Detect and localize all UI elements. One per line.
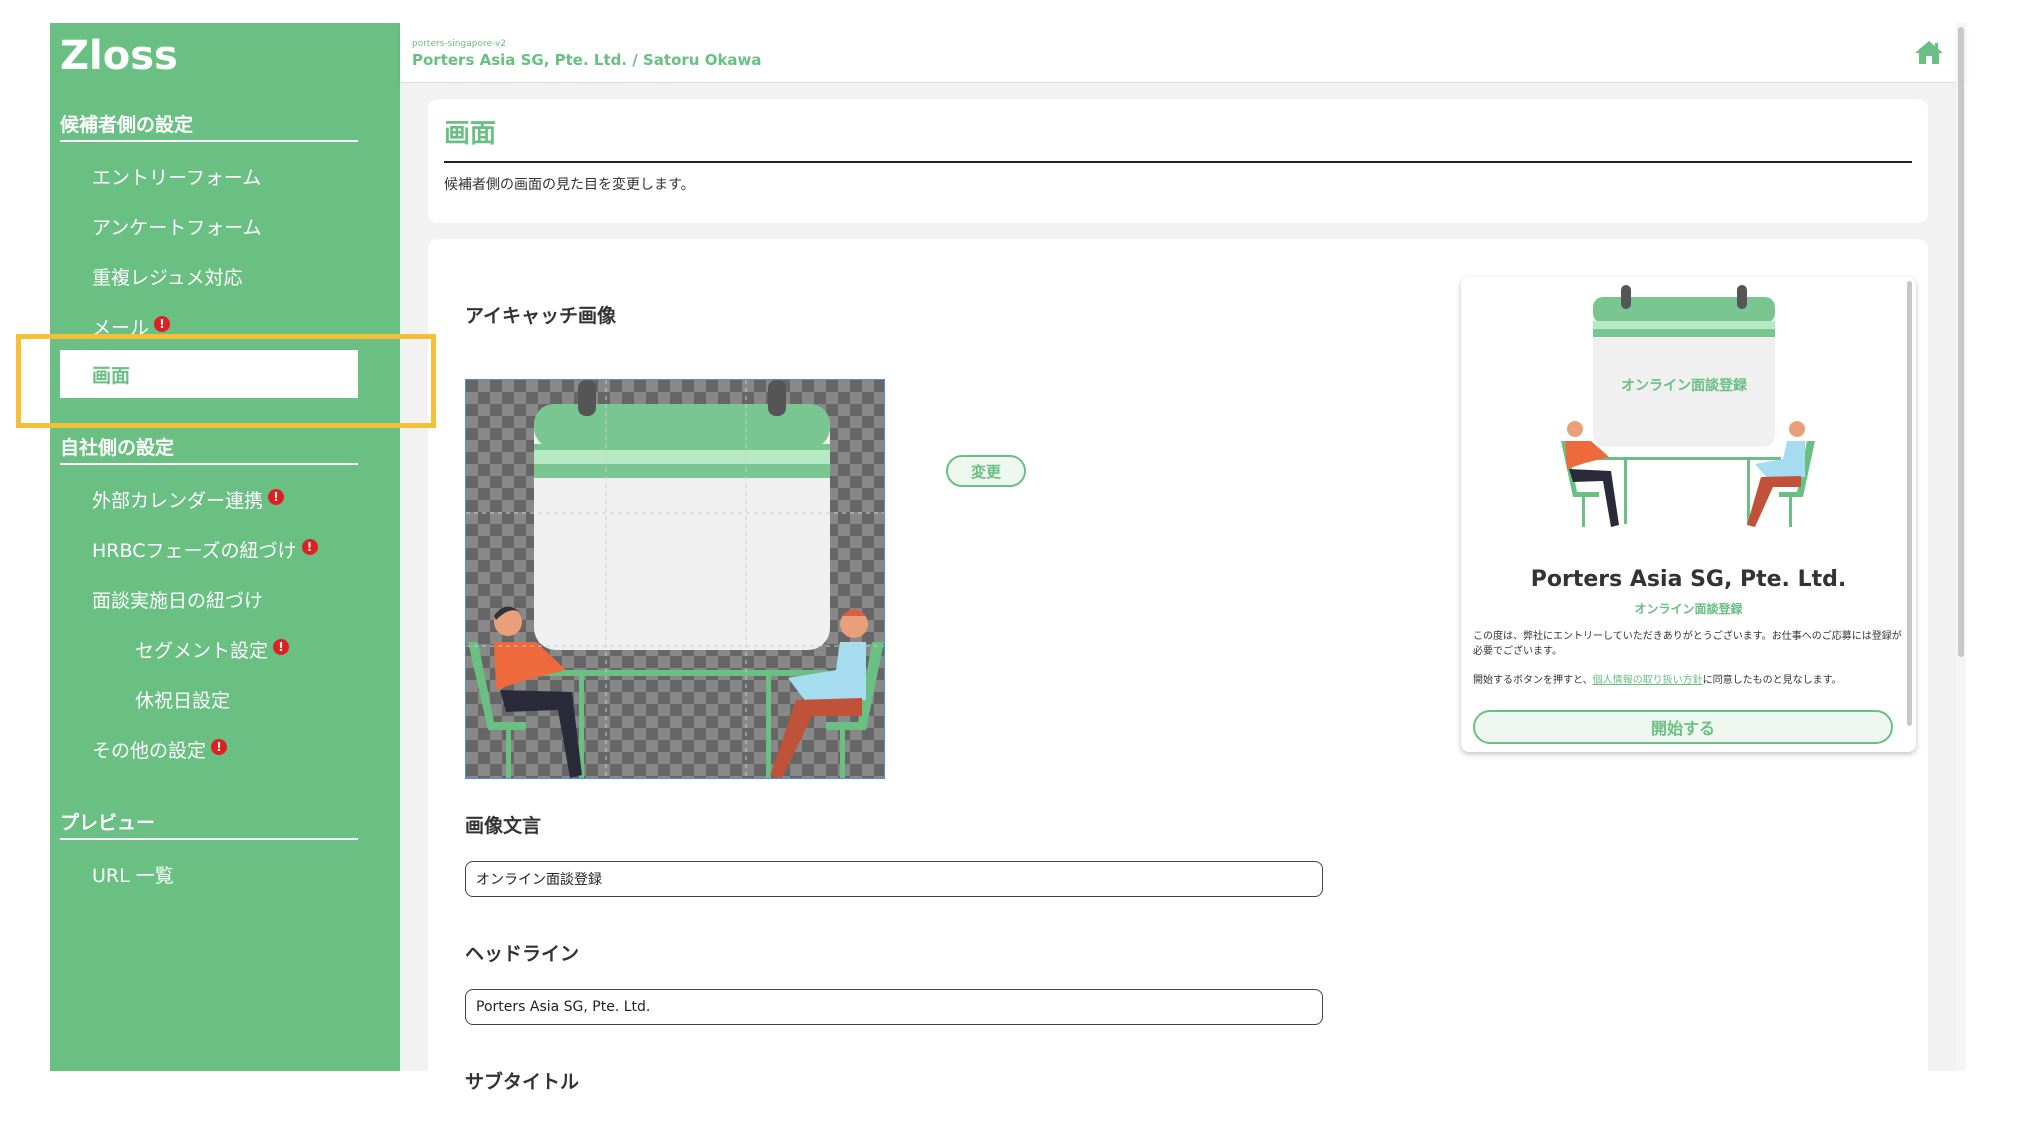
sidebar-item-interview-date[interactable]: 面談実施日の紐づけ	[92, 586, 263, 613]
preview-calendar-text: オンライン面談登録	[1621, 378, 1747, 394]
page-description: 候補者側の画面の見た目を変更します。	[444, 177, 695, 193]
preview-panel: オンライン面談登録 Porters Asia SG, Pte. Ltd. オンラ…	[1461, 277, 1916, 752]
sidebar-item-label: 休祝日設定	[135, 690, 231, 712]
page-header-card: 画面 候補者側の画面の見た目を変更します。	[428, 99, 1928, 223]
sidebar-item-segment[interactable]: セグメント設定!	[135, 636, 290, 663]
preview-start-button[interactable]: 開始する	[1473, 710, 1893, 744]
alert-badge-icon: !	[211, 738, 228, 755]
headline-label: ヘッドライン	[465, 943, 580, 965]
headline-input[interactable]: Porters Asia SG, Pte. Ltd.	[465, 989, 1323, 1025]
page-title: 画面	[444, 119, 497, 149]
title-divider	[444, 161, 1912, 163]
home-icon[interactable]	[1914, 39, 1944, 65]
consent-prefix: 開始するボタンを押すと、	[1473, 675, 1593, 686]
sidebar-item-label: 重複レジュメ対応	[92, 267, 243, 289]
page-scrollbar[interactable]	[1956, 23, 1966, 1071]
sidebar-item-label: その他の設定	[92, 740, 207, 762]
sidebar-item-holiday[interactable]: 休祝日設定	[135, 686, 230, 713]
meeting-illustration-icon	[466, 380, 884, 778]
highlight-box	[16, 334, 436, 428]
sidebar-item-other[interactable]: その他の設定!	[92, 736, 228, 763]
sidebar-item-label: 外部カレンダー連携	[92, 490, 264, 512]
section-title-company: 自社側の設定	[60, 433, 358, 465]
app-window: Zloss 候補者側の設定 エントリーフォーム アンケートフォーム 重複レジュメ…	[50, 23, 1966, 1139]
eyecatch-label: アイキャッチ画像	[465, 305, 617, 327]
eyecatch-image[interactable]	[465, 379, 885, 779]
alert-badge-icon: !	[273, 638, 290, 655]
settings-card: アイキャッチ画像 変更 画像文言 オンライン面談登録 ヘッドライン Porter…	[428, 239, 1928, 1139]
preview-scrollbar[interactable]	[1907, 281, 1912, 726]
alert-badge-icon: !	[301, 538, 318, 555]
app-logo: Zloss	[60, 33, 178, 79]
org-title: Porters Asia SG, Pte. Ltd. / Satoru Okaw…	[412, 51, 762, 69]
alert-badge-icon: !	[268, 488, 285, 505]
sidebar-item-external-calendar[interactable]: 外部カレンダー連携!	[92, 486, 285, 513]
sidebar-item-label: URL 一覧	[92, 865, 174, 887]
top-header: porters-singapore-v2 Porters Asia SG, Pt…	[400, 23, 1966, 83]
subtitle-label: サブタイトル	[465, 1071, 580, 1093]
change-image-button[interactable]: 変更	[946, 455, 1026, 487]
sidebar-item-label: アンケートフォーム	[92, 217, 262, 239]
preview-consent-text: 開始するボタンを押すと、個人情報の取り扱い方針に同意したものと見なします。	[1473, 673, 1903, 688]
sidebar-item-survey-form[interactable]: アンケートフォーム	[92, 213, 262, 240]
preview-headline: Porters Asia SG, Pte. Ltd.	[1530, 567, 1847, 592]
sidebar-item-label: セグメント設定	[135, 640, 269, 662]
sidebar-item-label: HRBCフェーズの紐づけ	[92, 540, 297, 562]
sidebar-item-label: 面談実施日の紐づけ	[92, 590, 264, 612]
privacy-policy-link[interactable]: 個人情報の取り扱い方針	[1593, 675, 1703, 686]
section-title-candidate: 候補者側の設定	[60, 110, 358, 142]
sidebar-item-label: エントリーフォーム	[92, 167, 262, 189]
preview-illustration-icon	[1561, 285, 1815, 527]
main-content: 画面 候補者側の画面の見た目を変更します。 アイキャッチ画像 変更 画像文言 オ…	[400, 83, 1966, 1139]
preview-subtitle: オンライン面談登録	[1634, 602, 1743, 616]
consent-suffix: に同意したものと見なします。	[1702, 675, 1842, 686]
sidebar: Zloss 候補者側の設定 エントリーフォーム アンケートフォーム 重複レジュメ…	[50, 23, 400, 1071]
sidebar-item-url-list[interactable]: URL 一覧	[92, 861, 174, 888]
sidebar-item-hrbc-phase[interactable]: HRBCフェーズの紐づけ!	[92, 536, 318, 563]
sidebar-item-duplicate-resume[interactable]: 重複レジュメ対応	[92, 263, 243, 290]
preview-body-text: この度は、弊社にエントリーしていただきありがとうございます。お仕事へのご応募には…	[1473, 631, 1902, 657]
section-title-preview: プレビュー	[60, 808, 358, 840]
sidebar-item-entry-form[interactable]: エントリーフォーム	[92, 163, 261, 190]
image-text-label: 画像文言	[465, 815, 542, 837]
org-id: porters-singapore-v2	[412, 39, 507, 49]
image-text-input[interactable]: オンライン面談登録	[465, 861, 1323, 897]
scrollbar-thumb[interactable]	[1958, 27, 1964, 657]
alert-badge-icon: !	[154, 315, 171, 332]
